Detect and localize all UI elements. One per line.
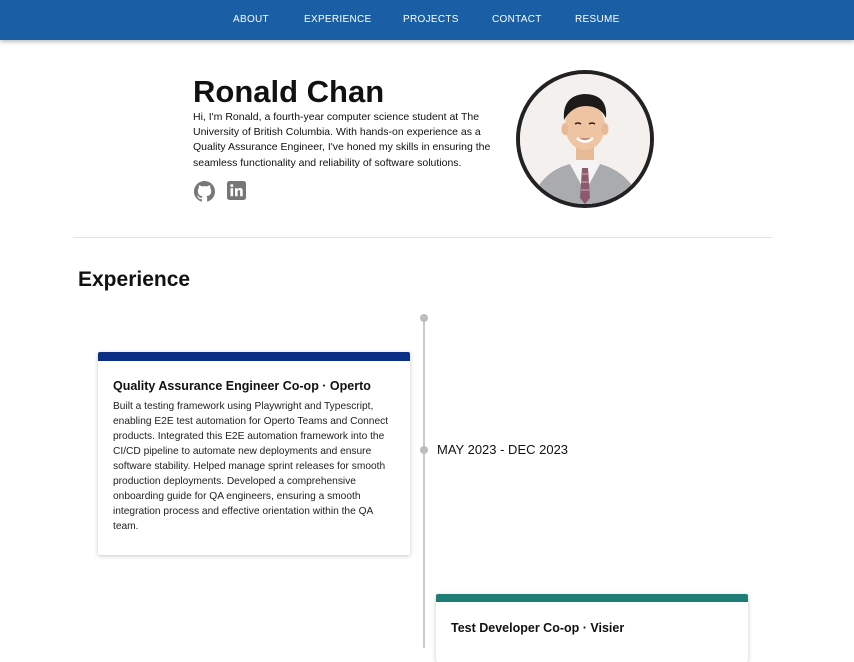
- nav-about-link[interactable]: ABOUT: [233, 14, 269, 25]
- github-icon[interactable]: [194, 181, 215, 202]
- nav-experience-link[interactable]: EXPERIENCE: [304, 14, 371, 25]
- timeline-dot: [420, 446, 428, 454]
- linkedin-icon[interactable]: [227, 181, 248, 202]
- experience-card-operto: Quality Assurance Engineer Co-op · Opert…: [98, 352, 410, 555]
- nav-resume-link[interactable]: RESUME: [575, 14, 620, 25]
- section-divider: [73, 237, 772, 238]
- nav-contact-link[interactable]: CONTACT: [492, 14, 542, 25]
- experience-card-description: Built a testing framework using Playwrig…: [113, 401, 389, 532]
- experience-date: MAY 2023 - DEC 2023: [437, 442, 569, 457]
- experience-card-visier: Test Developer Co-op · Visier: [436, 594, 748, 662]
- experience-card-title: Test Developer Co-op · Visier: [451, 621, 625, 635]
- profile-photo: [516, 70, 654, 208]
- hero-name: Ronald Chan: [193, 74, 385, 109]
- experience-heading: Experience: [78, 268, 191, 291]
- timeline-start-dot: [420, 314, 428, 322]
- experience-card-title: Quality Assurance Engineer Co-op · Opert…: [113, 379, 371, 393]
- timeline-line: [423, 318, 425, 648]
- hero-bio: Hi, I'm Ronald, a fourth-year computer s…: [193, 111, 491, 169]
- top-navbar: ABOUT EXPERIENCE PROJECTS CONTACT RESUME: [0, 0, 854, 40]
- nav-projects-link[interactable]: PROJECTS: [403, 14, 459, 25]
